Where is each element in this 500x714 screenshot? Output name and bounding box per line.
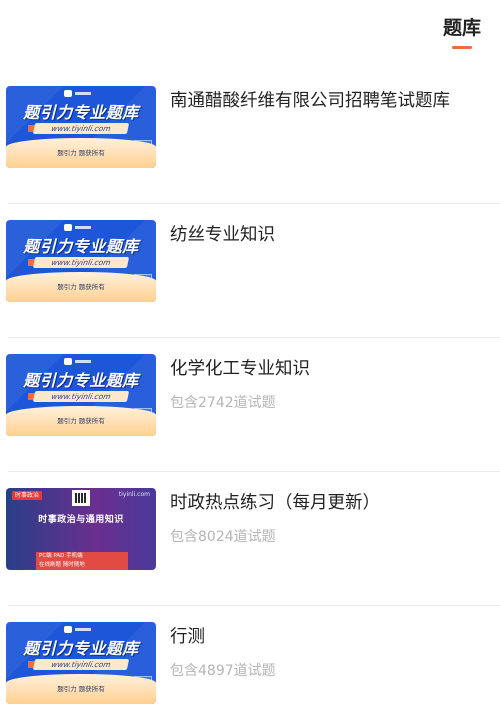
logo-icon <box>64 625 98 633</box>
thumbnail-brand: 题引力专业题库 <box>23 237 139 256</box>
logo-icon <box>64 89 98 97</box>
item-title[interactable]: 化学化工专业知识 <box>170 356 310 382</box>
item-thumbnail: 时事政治 tiyinli.com 时事政治与通用知识 PC端 PAD 手机端 在… <box>6 488 156 570</box>
thumbnail-footer: 题引力 题获所有 <box>57 417 105 425</box>
thumbnail-footer: 题引力 题获所有 <box>57 283 105 291</box>
thumbnail-headline: 时事政治与通用知识 <box>38 515 124 525</box>
item-title[interactable]: 时政热点练习（每月更新） <box>170 490 380 516</box>
item-title[interactable]: 纺丝专业知识 <box>170 222 275 248</box>
list-item[interactable]: 题引力专业题库 www.tiyinli.com 题引力 题获所有 纺丝专业知识 <box>0 204 500 338</box>
active-tab-indicator <box>452 46 472 49</box>
item-thumbnail: 题引力专业题库 www.tiyinli.com 题引力 题获所有 <box>6 220 156 302</box>
thumbnail-tag: 时事政治 <box>12 491 43 500</box>
thumbnail-brand: 题引力专业题库 <box>23 639 139 658</box>
question-bank-list: 题引力专业题库 www.tiyinli.com 题引力 题获所有 南通醋酸纤维有… <box>0 70 500 714</box>
item-subtitle: 包含2742道试题 <box>170 395 276 411</box>
thumbnail-url: www.tiyinli.com <box>32 123 130 134</box>
thumbnail-url: www.tiyinli.com <box>32 659 130 670</box>
item-thumbnail: 题引力专业题库 www.tiyinli.com 题引力 题获所有 <box>6 622 156 704</box>
top-header: 题库 <box>0 0 500 62</box>
list-item[interactable]: 题引力专业题库 www.tiyinli.com 题引力 题获所有 南通醋酸纤维有… <box>0 70 500 204</box>
item-thumbnail: 题引力专业题库 www.tiyinli.com 题引力 题获所有 <box>6 86 156 168</box>
thumbnail-url: www.tiyinli.com <box>32 257 130 268</box>
item-title[interactable]: 南通醋酸纤维有限公司招聘笔试题库 <box>170 88 450 114</box>
tab-question-bank[interactable]: 题库 <box>438 14 486 49</box>
logo-icon <box>64 223 98 231</box>
thumbnail-banner: PC端 PAD 手机端 在线刷题 随时随地 <box>36 552 128 570</box>
thumbnail-brand: 题引力专业题库 <box>23 371 139 390</box>
thumbnail-footer: 题引力 题获所有 <box>57 685 105 693</box>
list-item[interactable]: 题引力专业题库 www.tiyinli.com 题引力 题获所有 化学化工专业知… <box>0 338 500 472</box>
banner-line: 在线刷题 随时随地 <box>39 562 85 568</box>
banner-line: PC端 PAD 手机端 <box>39 553 83 559</box>
thumbnail-url: www.tiyinli.com <box>32 391 130 402</box>
list-item[interactable]: 题引力专业题库 www.tiyinli.com 题引力 题获所有 行测 包含48… <box>0 606 500 714</box>
thumbnail-brand: 题引力专业题库 <box>23 103 139 122</box>
thumbnail-footer: 题引力 题获所有 <box>57 149 105 157</box>
qr-code-icon <box>72 490 90 506</box>
list-item[interactable]: 时事政治 tiyinli.com 时事政治与通用知识 PC端 PAD 手机端 在… <box>0 472 500 606</box>
item-title[interactable]: 行测 <box>170 624 205 650</box>
tab-label: 题库 <box>442 17 481 39</box>
item-thumbnail: 题引力专业题库 www.tiyinli.com 题引力 题获所有 <box>6 354 156 436</box>
item-subtitle: 包含4897道试题 <box>170 663 276 679</box>
thumbnail-site: tiyinli.com <box>118 491 150 498</box>
item-subtitle: 包含8024道试题 <box>170 529 276 545</box>
logo-icon <box>64 357 98 365</box>
